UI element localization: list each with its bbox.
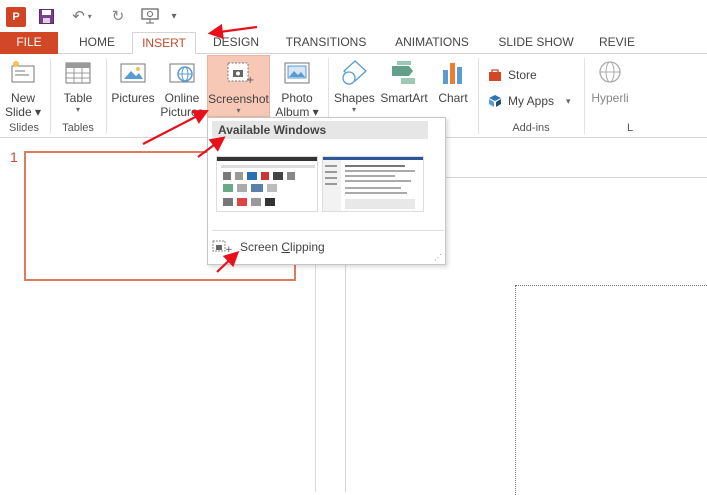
shapes-label: Shapes <box>334 91 375 105</box>
photo-album-button[interactable]: Photo Album ▾ <box>272 58 322 119</box>
resize-grip-icon[interactable]: ⋰ <box>434 253 442 262</box>
online-pictures-label-2: Pictures <box>160 105 204 119</box>
chevron-down-icon: ▾ <box>566 96 571 106</box>
smartart-icon <box>389 58 419 88</box>
group-separator <box>106 58 107 134</box>
screenshot-label: Screenshot <box>208 92 269 106</box>
group-separator <box>584 58 585 134</box>
shapes-icon <box>339 58 369 88</box>
group-separator <box>478 58 479 134</box>
window-thumbnail[interactable] <box>216 156 318 212</box>
tab-insert[interactable]: INSERT <box>132 32 196 55</box>
redo-icon[interactable]: ↻ <box>110 7 126 25</box>
online-pictures-label-1: Online <box>164 91 200 105</box>
tab-transitions[interactable]: TRANSITIONS <box>280 32 372 54</box>
pictures-icon <box>118 58 148 88</box>
screen-clipping-icon: + <box>212 238 233 257</box>
available-windows-header: Available Windows <box>212 121 428 139</box>
chart-icon <box>438 58 468 88</box>
quick-access-toolbar: P ↶ ▾ ↻ ▾ <box>0 0 707 32</box>
group-label-links: L <box>626 122 634 134</box>
pictures-button[interactable]: Pictures <box>110 58 156 105</box>
new-slide-label-2: Slide ▾ <box>4 105 42 119</box>
screenshot-icon: + <box>224 59 254 89</box>
screenshot-dropdown: Available Windows + Screen Clipping ⋰ <box>207 117 446 265</box>
hyperlink-icon <box>595 58 625 88</box>
new-slide-label-1: New <box>10 91 35 105</box>
new-slide-button[interactable]: New Slide ▾ <box>4 58 42 119</box>
slide-number: 1 <box>10 149 18 165</box>
table-button[interactable]: Table ▾ <box>56 58 100 115</box>
smartart-label: SmartArt <box>380 91 428 105</box>
online-pictures-button[interactable]: Online Pictures <box>160 58 204 119</box>
presentation-icon[interactable] <box>140 7 160 25</box>
pictures-label: Pictures <box>111 91 155 105</box>
group-label-slides: Slides <box>9 122 39 134</box>
undo-icon[interactable]: ↶ ▾ <box>68 7 96 25</box>
group-label-tables: Tables <box>62 122 94 134</box>
tab-animations[interactable]: ANIMATIONS <box>385 32 479 54</box>
hyperlink-button[interactable]: Hyperli <box>588 58 632 105</box>
shapes-button[interactable]: Shapes ▾ <box>334 58 375 115</box>
screenshot-button[interactable]: + Screenshot ▾ <box>207 55 270 117</box>
table-label: Table <box>63 91 93 105</box>
window-thumbnail[interactable] <box>322 156 424 212</box>
hyperlink-label: Hyperli <box>591 91 629 105</box>
svg-text:+: + <box>246 75 254 86</box>
smartart-button[interactable]: SmartArt <box>378 58 430 105</box>
ribbon-tabs: FILE HOME INSERT DESIGN TRANSITIONS ANIM… <box>0 32 707 55</box>
table-icon <box>63 58 93 88</box>
store-label: Store <box>508 68 537 82</box>
tab-file[interactable]: FILE <box>0 32 58 54</box>
store-icon <box>488 68 502 82</box>
screen-clipping-item[interactable]: + Screen Clipping <box>212 236 325 258</box>
placeholder-box[interactable] <box>515 285 707 495</box>
chart-label: Chart <box>438 91 468 105</box>
tab-slide-show[interactable]: SLIDE SHOW <box>492 32 580 54</box>
tab-design[interactable]: DESIGN <box>204 32 268 54</box>
customize-icon[interactable]: ▾ <box>168 7 180 25</box>
my-apps-icon <box>488 94 502 108</box>
photo-album-icon <box>282 58 312 88</box>
my-apps-label: My Apps <box>508 94 555 108</box>
group-separator <box>50 58 51 134</box>
group-label-addins: Add-ins <box>512 122 550 134</box>
new-slide-icon <box>8 58 38 88</box>
dropdown-separator <box>212 230 444 231</box>
online-pictures-icon <box>167 58 197 88</box>
tab-home[interactable]: HOME <box>66 32 128 54</box>
svg-text:+: + <box>225 245 232 254</box>
chevron-down-icon: ▾ <box>236 106 241 115</box>
my-apps-button[interactable]: My Apps ▾ <box>488 92 571 110</box>
tab-review[interactable]: REVIE <box>597 32 637 54</box>
photo-album-label-1: Photo <box>281 91 313 105</box>
save-icon[interactable] <box>38 7 54 25</box>
powerpoint-logo: P <box>6 7 26 27</box>
chevron-down-icon: ▾ <box>75 105 80 114</box>
chevron-down-icon: ▾ <box>351 105 356 114</box>
chart-button[interactable]: Chart <box>434 58 472 105</box>
store-button[interactable]: Store <box>488 66 537 84</box>
screen-clipping-label: Screen Clipping <box>240 240 325 254</box>
